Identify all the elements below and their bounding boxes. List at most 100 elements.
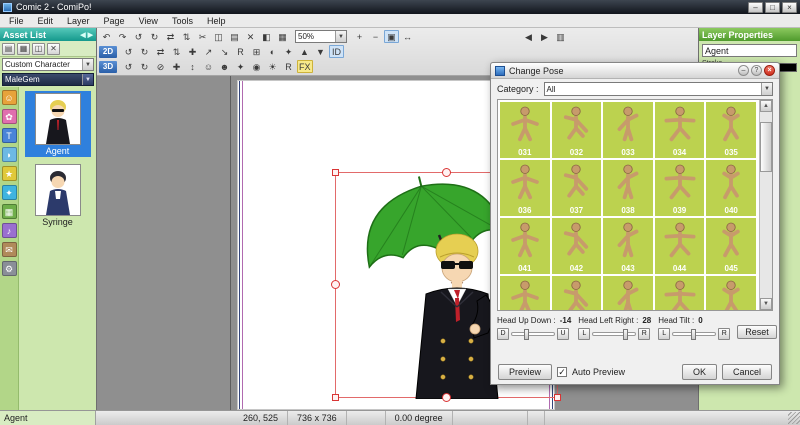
slider-increase-button[interactable]: R: [638, 328, 650, 340]
fx-3d-icon[interactable]: FX: [297, 60, 313, 73]
pose-option-046[interactable]: 046: [500, 276, 550, 311]
page-list-icon[interactable]: ▥: [553, 30, 568, 43]
balloon-category-icon[interactable]: ◗: [2, 147, 17, 162]
image-category-icon[interactable]: ✉: [2, 242, 17, 257]
reset-2d-icon[interactable]: R: [233, 45, 248, 58]
pose-option-049[interactable]: 049: [655, 276, 705, 311]
handle-bottom-left[interactable]: [332, 394, 339, 401]
dialog-help-button-icon[interactable]: ?: [751, 65, 762, 76]
fit-page-icon[interactable]: ▣: [384, 30, 399, 43]
menu-tools[interactable]: Tools: [165, 16, 200, 26]
pose-option-050[interactable]: 050: [706, 276, 756, 311]
droplet-category-icon[interactable]: ✦: [2, 185, 17, 200]
flip-h-2d-icon[interactable]: ⇄: [153, 45, 168, 58]
pose-option-041[interactable]: 041: [500, 218, 550, 274]
slider-track[interactable]: [511, 332, 555, 336]
rotate-right-icon[interactable]: ↻: [147, 30, 162, 43]
scale-3d-icon[interactable]: ↕: [185, 60, 200, 73]
delete-icon[interactable]: ✕: [243, 30, 258, 43]
rotate-left-icon[interactable]: ↺: [131, 30, 146, 43]
menu-view[interactable]: View: [132, 16, 165, 26]
thumbnail-view-icon[interactable]: ▦: [17, 43, 30, 55]
dialog-title-bar[interactable]: Change Pose –?×: [491, 63, 779, 79]
handle-top-left[interactable]: [332, 169, 339, 176]
layer-up-icon[interactable]: ▲: [297, 45, 312, 58]
cancel-button[interactable]: Cancel: [722, 364, 772, 380]
slider-thumb[interactable]: [524, 329, 529, 340]
light-3d-icon[interactable]: ☀: [265, 60, 280, 73]
layer-name-field[interactable]: Agent: [702, 44, 797, 57]
ok-button[interactable]: OK: [682, 364, 717, 380]
delete-asset-icon[interactable]: ✕: [47, 43, 60, 55]
slider-decrease-button[interactable]: L: [578, 328, 590, 340]
asset-subcategory-dropdown[interactable]: MaleGem ▼: [2, 73, 94, 86]
redo-icon[interactable]: ↷: [115, 30, 130, 43]
pose-option-036[interactable]: 036: [500, 160, 550, 216]
layer-down-icon[interactable]: ▼: [313, 45, 328, 58]
scrollbar-thumb[interactable]: [760, 122, 772, 172]
panel-id-icon[interactable]: ID: [329, 45, 344, 58]
pose-option-040[interactable]: 040: [706, 160, 756, 216]
undo-icon[interactable]: ↶: [99, 30, 114, 43]
handle-left-middle[interactable]: [331, 280, 340, 289]
copy-icon[interactable]: ◫: [211, 30, 226, 43]
opacity-2d-icon[interactable]: ◐: [265, 45, 280, 58]
pose-option-042[interactable]: 042: [552, 218, 602, 274]
pose-option-032[interactable]: 032: [552, 102, 602, 158]
pose-option-043[interactable]: 043: [603, 218, 653, 274]
sound-category-icon[interactable]: ♪: [2, 223, 17, 238]
rotate-cw-2d-icon[interactable]: ↻: [137, 45, 152, 58]
pose-option-035[interactable]: 035: [706, 102, 756, 158]
rotate-z-3d-icon[interactable]: ⊘: [153, 60, 168, 73]
color-swatch[interactable]: [779, 63, 797, 72]
move-2d-icon[interactable]: ✚: [185, 45, 200, 58]
pose-grid-scrollbar[interactable]: ▲ ▼: [759, 100, 772, 310]
zoom-dropdown[interactable]: 50% ▼: [295, 30, 347, 43]
menu-page[interactable]: Page: [97, 16, 132, 26]
effect-category-icon[interactable]: ★: [2, 166, 17, 181]
minimize-button-icon[interactable]: –: [748, 2, 763, 13]
copy-asset-icon[interactable]: ◫: [32, 43, 45, 55]
slider-track[interactable]: [592, 332, 636, 336]
category-dropdown[interactable]: All ▼: [544, 82, 773, 96]
rotate-x-3d-icon[interactable]: ↺: [121, 60, 136, 73]
camera-3d-icon[interactable]: ◉: [249, 60, 264, 73]
character-category-icon[interactable]: ☺: [2, 90, 17, 105]
pose-option-037[interactable]: 037: [552, 160, 602, 216]
maximize-button-icon[interactable]: □: [765, 2, 780, 13]
reset-3d-icon[interactable]: R: [281, 60, 296, 73]
align-2d-icon[interactable]: ⊞: [249, 45, 264, 58]
rotate-y-3d-icon[interactable]: ↻: [137, 60, 152, 73]
next-page-icon[interactable]: ▶: [537, 30, 552, 43]
pose-option-044[interactable]: 044: [655, 218, 705, 274]
menu-file[interactable]: File: [2, 16, 31, 26]
resize-grip[interactable]: [788, 412, 800, 424]
pose-option-047[interactable]: 047: [552, 276, 602, 311]
slider-increase-button[interactable]: U: [557, 328, 569, 340]
rotate-ccw-2d-icon[interactable]: ↺: [121, 45, 136, 58]
panel-collapse-icon[interactable]: ◀ ▶: [80, 31, 93, 39]
grid-icon[interactable]: ▦: [275, 30, 290, 43]
slider-thumb[interactable]: [691, 329, 696, 340]
pose-option-031[interactable]: 031: [500, 102, 550, 158]
text-category-icon[interactable]: T: [2, 128, 17, 143]
duplicate-icon[interactable]: ◧: [259, 30, 274, 43]
scroll-down-icon[interactable]: ▼: [760, 298, 772, 310]
fit-width-icon[interactable]: ↔: [400, 30, 415, 43]
prev-page-icon[interactable]: ◀: [521, 30, 536, 43]
zoom-in-icon[interactable]: +: [352, 30, 367, 43]
dialog-minimize-button-icon[interactable]: –: [738, 65, 749, 76]
effect-2d-icon[interactable]: ✦: [281, 45, 296, 58]
auto-preview-checkbox[interactable]: ✓: [557, 367, 567, 377]
pose-option-034[interactable]: 034: [655, 102, 705, 158]
scale-down-2d-icon[interactable]: ↘: [217, 45, 232, 58]
face-3d-icon[interactable]: ☻: [217, 60, 232, 73]
item-3d-icon[interactable]: ✦: [233, 60, 248, 73]
pose-3d-icon[interactable]: ☺: [201, 60, 216, 73]
pose-option-039[interactable]: 039: [655, 160, 705, 216]
list-view-icon[interactable]: ▤: [2, 43, 15, 55]
slider-increase-button[interactable]: R: [718, 328, 730, 340]
menu-edit[interactable]: Edit: [31, 16, 61, 26]
flip-vertical-icon[interactable]: ⇅: [179, 30, 194, 43]
scroll-up-icon[interactable]: ▲: [760, 100, 772, 112]
